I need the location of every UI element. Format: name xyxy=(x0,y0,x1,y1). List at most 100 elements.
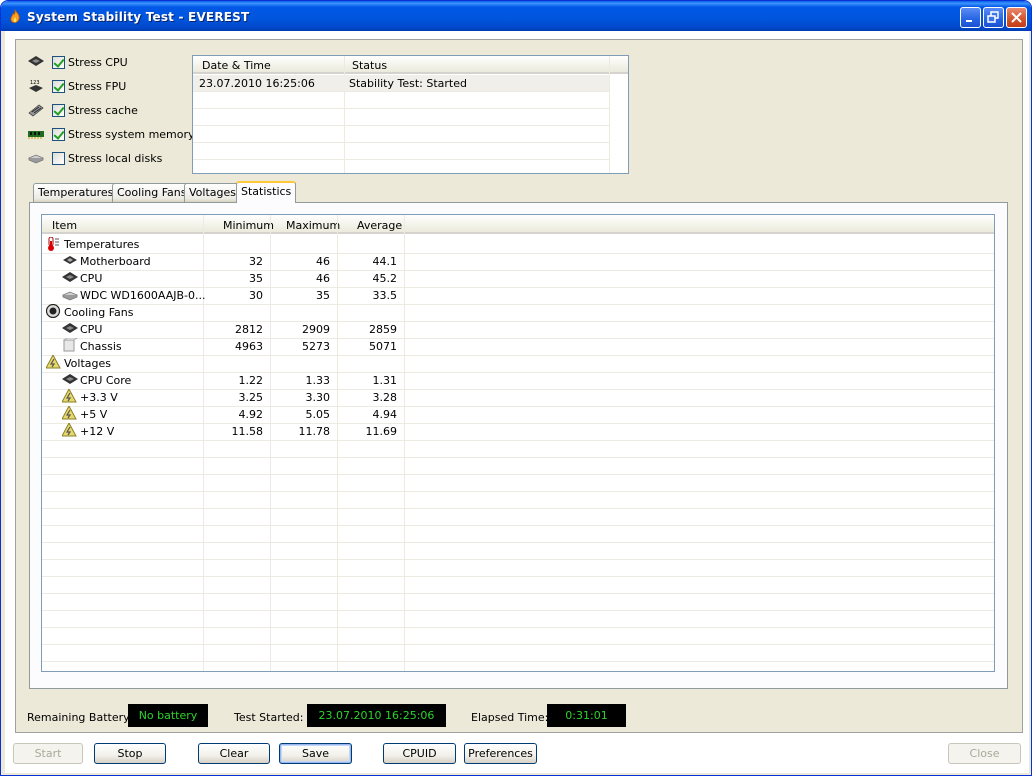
test-started-label: Test Started: xyxy=(234,711,304,724)
row-avg: 2859 xyxy=(369,323,397,336)
log-col-datetime[interactable]: Date & Time xyxy=(202,59,271,72)
statistics-header: Item Minimum Maximum Average xyxy=(42,215,994,234)
row-avg: 3.28 xyxy=(372,391,398,404)
log-row-empty xyxy=(193,109,609,126)
grid-line xyxy=(42,661,994,662)
log-row[interactable]: 23.07.2010 16:25:06 Stability Test: Star… xyxy=(193,75,609,92)
restore-button[interactable] xyxy=(983,7,1004,28)
row-motherboard-temp[interactable]: Motherboard 32 46 44.1 xyxy=(42,253,994,270)
stress-cpu-option[interactable]: Stress CPU xyxy=(27,54,128,70)
log-col-status[interactable]: Status xyxy=(352,59,387,72)
cpuid-button[interactable]: CPUID xyxy=(383,743,456,764)
row-label: CPU Core xyxy=(80,374,132,387)
grid-line xyxy=(42,508,994,509)
close-button[interactable]: Close xyxy=(948,743,1021,764)
window-title: System Stability Test - EVEREST xyxy=(27,10,250,24)
tab-temperatures[interactable]: Temperatures xyxy=(33,183,119,202)
row-cpu-fan[interactable]: CPU 2812 2909 2859 xyxy=(42,321,994,338)
preferences-button[interactable]: Preferences xyxy=(464,743,537,764)
row-avg: 45.2 xyxy=(372,272,398,285)
log-header: Date & Time Status xyxy=(193,56,628,74)
test-started-value: 23.07.2010 16:25:06 xyxy=(307,704,446,727)
row-max: 5.05 xyxy=(305,408,331,421)
stress-disks-option[interactable]: Stress local disks xyxy=(27,150,162,166)
tab-statistics[interactable]: Statistics xyxy=(236,181,297,203)
group-row-voltages[interactable]: Voltages xyxy=(42,355,994,372)
voltage-icon xyxy=(46,355,61,369)
close-icon xyxy=(1011,12,1022,23)
row-cpu-core-voltage[interactable]: CPU Core 1.22 1.33 1.31 xyxy=(42,372,994,389)
client-area: Stress CPU 123 Stress FPU Stress cache S… xyxy=(5,31,1029,773)
stress-fpu-option[interactable]: 123 Stress FPU xyxy=(27,78,126,94)
memory-icon xyxy=(28,131,44,139)
log-row-empty xyxy=(193,143,609,160)
grid-line xyxy=(42,457,994,458)
col-maximum[interactable]: Maximum xyxy=(286,219,340,232)
stress-cpu-label: Stress CPU xyxy=(68,55,128,69)
row-12v-voltage[interactable]: +12 V 11.58 11.78 11.69 xyxy=(42,423,994,440)
log-row-empty xyxy=(193,126,609,143)
tab-cooling-fans[interactable]: Cooling Fans xyxy=(112,183,192,202)
row-label: Voltages xyxy=(64,357,111,370)
row-3v3-voltage[interactable]: +3.3 V 3.25 3.30 3.28 xyxy=(42,389,994,406)
cpu-icon xyxy=(28,56,44,66)
row-min: 3.25 xyxy=(238,391,264,404)
stress-cache-option[interactable]: Stress cache xyxy=(27,102,138,118)
row-min: 4.92 xyxy=(238,408,264,421)
row-avg: 44.1 xyxy=(372,255,398,268)
grid-line xyxy=(42,542,994,543)
row-label: CPU xyxy=(80,323,103,336)
row-cpu-temp[interactable]: CPU 35 46 45.2 xyxy=(42,270,994,287)
row-min: 32 xyxy=(249,255,263,268)
row-avg: 5071 xyxy=(369,340,397,353)
stress-disks-checkbox[interactable] xyxy=(52,151,65,165)
row-max: 35 xyxy=(316,289,330,302)
row-label: Temperatures xyxy=(64,238,140,251)
row-max: 2909 xyxy=(302,323,330,336)
row-label: CPU xyxy=(80,272,103,285)
stop-button[interactable]: Stop xyxy=(94,743,166,764)
voltage-icon xyxy=(62,406,77,420)
start-button[interactable]: Start xyxy=(13,743,83,764)
row-min: 2812 xyxy=(235,323,263,336)
stress-memory-checkbox[interactable] xyxy=(52,127,65,141)
minimize-button[interactable] xyxy=(960,7,981,28)
thermometer-icon xyxy=(48,237,59,251)
col-minimum[interactable]: Minimum xyxy=(223,219,274,232)
row-max: 3.30 xyxy=(305,391,331,404)
clear-button[interactable]: Clear xyxy=(198,743,270,764)
row-disk-temp[interactable]: WDC WD1600AAJB-0... 30 35 33.5 xyxy=(42,287,994,304)
row-avg: 4.94 xyxy=(372,408,398,421)
row-max: 46 xyxy=(316,272,330,285)
stress-memory-option[interactable]: Stress system memory xyxy=(27,126,195,142)
close-window-button[interactable] xyxy=(1006,7,1027,28)
title-bar[interactable]: System Stability Test - EVEREST xyxy=(1,1,1031,31)
chassis-icon xyxy=(62,338,78,352)
row-label: Chassis xyxy=(80,340,122,353)
col-item[interactable]: Item xyxy=(52,219,77,232)
save-button[interactable]: Save xyxy=(279,743,352,764)
grid-line xyxy=(42,440,994,441)
row-5v-voltage[interactable]: +5 V 4.92 5.05 4.94 xyxy=(42,406,994,423)
motherboard-icon xyxy=(63,256,77,264)
stress-fpu-checkbox[interactable] xyxy=(52,79,65,93)
event-log-table[interactable]: Date & Time Status 23.07.2010 16:25:06 S… xyxy=(192,55,629,174)
stress-cache-checkbox[interactable] xyxy=(52,103,65,117)
app-window: System Stability Test - EVEREST Stress C… xyxy=(0,0,1032,776)
battery-label: Remaining Battery: xyxy=(27,711,133,724)
log-status: Stability Test: Started xyxy=(349,77,467,90)
row-label: Motherboard xyxy=(80,255,151,268)
group-row-temperatures[interactable]: Temperatures xyxy=(42,236,994,253)
stress-memory-label: Stress system memory xyxy=(68,127,195,141)
stress-fpu-label: Stress FPU xyxy=(68,79,127,93)
row-min: 11.58 xyxy=(231,425,264,438)
statistics-grid[interactable]: Item Minimum Maximum Average Temperature… xyxy=(41,214,995,672)
stress-cpu-checkbox[interactable] xyxy=(52,55,65,69)
row-label: WDC WD1600AAJB-0... xyxy=(80,289,206,302)
group-row-cooling-fans[interactable]: Cooling Fans xyxy=(42,304,994,321)
col-average[interactable]: Average xyxy=(357,219,402,232)
cpu-icon xyxy=(62,272,78,282)
tab-voltages[interactable]: Voltages xyxy=(184,183,241,202)
row-chassis-fan[interactable]: Chassis 4963 5273 5071 xyxy=(42,338,994,355)
grid-line xyxy=(42,644,994,645)
